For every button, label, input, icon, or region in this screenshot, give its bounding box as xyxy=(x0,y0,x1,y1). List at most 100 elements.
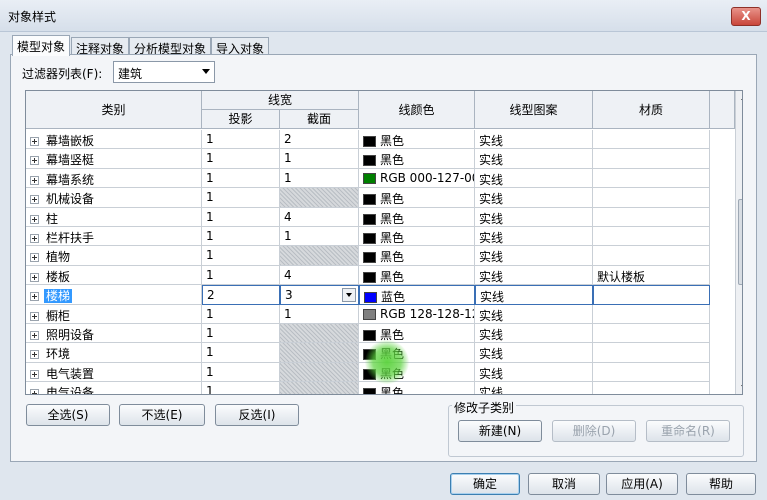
line-color-cell[interactable]: 黑色 xyxy=(359,149,475,169)
table-row[interactable]: 橱柜 11 RGB 128-128-128实线 xyxy=(26,304,710,324)
projection-cell[interactable]: 1 xyxy=(202,382,280,394)
new-subcategory-button[interactable]: 新建(N) xyxy=(458,420,542,442)
expand-icon[interactable] xyxy=(30,389,39,394)
table-row[interactable]: 楼梯 2 3 蓝色 实线 xyxy=(26,285,710,305)
tab-imported-objects[interactable]: 导入对象 xyxy=(211,37,270,56)
chevron-down-icon[interactable] xyxy=(342,288,356,303)
delete-subcategory-button[interactable]: 删除(D) xyxy=(552,420,636,442)
category-cell[interactable]: 电气设备 xyxy=(26,382,202,394)
category-cell[interactable]: 楼板 xyxy=(26,265,202,286)
expand-icon[interactable] xyxy=(30,369,39,379)
table-row[interactable]: 机械设备 1 黑色 实线 xyxy=(26,188,710,208)
cut-cell[interactable]: 2 xyxy=(280,130,359,150)
material-cell[interactable] xyxy=(593,304,710,324)
material-cell[interactable] xyxy=(593,130,710,150)
table-row[interactable]: 栏杆扶手 1 1 黑色 实线 xyxy=(26,227,710,247)
material-cell[interactable] xyxy=(593,246,710,266)
category-cell[interactable]: 机械设备 xyxy=(26,188,202,208)
line-pattern-cell[interactable]: 实线 xyxy=(475,130,593,150)
cut-cell[interactable]: 1 xyxy=(280,168,359,189)
table-row[interactable]: 电气设备 1 黑色 实线 xyxy=(26,382,710,394)
category-cell[interactable]: 幕墙嵌板 xyxy=(26,130,202,150)
expand-icon[interactable] xyxy=(30,137,39,146)
category-cell[interactable]: 环境 xyxy=(26,343,202,363)
table-row[interactable]: 幕墙嵌板 1 2 黑色 实线 xyxy=(26,130,710,150)
table-row[interactable]: 幕墙系统 11 RGB 000-127-000实线 xyxy=(26,168,710,189)
projection-cell[interactable]: 1 xyxy=(202,227,280,247)
material-cell[interactable] xyxy=(593,343,710,363)
material-cell[interactable] xyxy=(593,207,710,227)
line-pattern-cell[interactable]: 实线 xyxy=(475,343,593,363)
projection-cell[interactable]: 1 xyxy=(202,246,280,266)
category-cell[interactable]: 电气装置 xyxy=(26,362,202,383)
projection-cell[interactable]: 1 xyxy=(202,130,280,150)
vertical-scrollbar[interactable] xyxy=(735,91,742,394)
projection-cell[interactable]: 1 xyxy=(202,265,280,286)
table-row[interactable]: 柱 1 4 黑色 实线 xyxy=(26,207,710,227)
category-cell[interactable]: 幕墙竖梃 xyxy=(26,149,202,169)
cut-cell[interactable]: 1 xyxy=(280,304,359,324)
expand-icon[interactable] xyxy=(30,195,39,205)
line-pattern-cell[interactable]: 实线 xyxy=(475,362,593,383)
expand-icon[interactable] xyxy=(30,253,39,263)
projection-cell[interactable]: 1 xyxy=(202,188,280,208)
expand-icon[interactable] xyxy=(30,175,39,185)
tab-model-objects[interactable]: 模型对象 xyxy=(12,35,71,56)
line-pattern-cell[interactable]: 实线 xyxy=(475,227,593,247)
line-pattern-cell[interactable]: 实线 xyxy=(475,188,593,208)
line-color-cell[interactable]: 黑色 xyxy=(359,130,475,150)
cut-cell[interactable]: 4 xyxy=(280,265,359,286)
material-cell[interactable] xyxy=(593,149,710,169)
category-cell[interactable]: 植物 xyxy=(26,246,202,266)
expand-icon[interactable] xyxy=(30,156,39,166)
projection-cell[interactable]: 1 xyxy=(202,207,280,227)
filter-list-select[interactable]: 建筑 xyxy=(113,61,215,83)
line-pattern-cell[interactable]: 实线 xyxy=(475,324,593,344)
expand-icon[interactable] xyxy=(30,234,39,243)
expand-icon[interactable] xyxy=(30,272,39,282)
invert-selection-button[interactable]: 反选(I) xyxy=(215,404,299,426)
table-row[interactable]: 楼板 1 4 黑色 实线 默认楼板 xyxy=(26,265,710,286)
tab-annotation-objects[interactable]: 注释对象 xyxy=(71,37,130,56)
line-color-cell[interactable]: 蓝色 xyxy=(359,285,475,305)
apply-button[interactable]: 应用(A) xyxy=(606,473,678,495)
line-color-cell[interactable]: RGB 128-128-128 xyxy=(359,304,475,324)
projection-cell[interactable]: 1 xyxy=(202,149,280,169)
material-cell[interactable] xyxy=(593,227,710,247)
material-cell[interactable] xyxy=(593,382,710,394)
material-cell[interactable]: 默认楼板 xyxy=(593,265,710,286)
rename-subcategory-button[interactable]: 重命名(R) xyxy=(646,420,730,442)
cut-cell[interactable]: 4 xyxy=(280,207,359,227)
line-pattern-cell[interactable]: 实线 xyxy=(475,149,593,169)
category-cell[interactable]: 柱 xyxy=(26,207,202,227)
line-pattern-cell[interactable]: 实线 xyxy=(475,382,593,394)
line-color-cell[interactable]: 黑色 xyxy=(359,382,475,394)
line-color-cell[interactable]: 黑色 xyxy=(359,207,475,227)
cut-cell[interactable]: 1 xyxy=(280,227,359,247)
tab-analytical-model-objects[interactable]: 分析模型对象 xyxy=(129,37,212,56)
category-cell[interactable]: 幕墙系统 xyxy=(26,168,202,189)
line-color-cell[interactable]: 黑色 xyxy=(359,188,475,208)
table-row[interactable]: 幕墙竖梃 1 1 黑色 实线 xyxy=(26,149,710,169)
line-color-cell[interactable]: 黑色 xyxy=(359,227,475,247)
line-pattern-cell[interactable]: 实线 xyxy=(475,246,593,266)
projection-cell[interactable]: 1 xyxy=(202,304,280,324)
line-pattern-cell[interactable]: 实线 xyxy=(475,168,593,189)
expand-icon[interactable] xyxy=(30,350,39,360)
category-cell[interactable]: 照明设备 xyxy=(26,324,202,344)
expand-icon[interactable] xyxy=(30,292,39,302)
material-cell[interactable] xyxy=(593,168,710,189)
cut-cell[interactable]: 1 xyxy=(280,149,359,169)
line-pattern-cell[interactable]: 实线 xyxy=(475,207,593,227)
material-cell[interactable] xyxy=(593,324,710,344)
table-row[interactable]: 照明设备 1 黑色 实线 xyxy=(26,324,710,344)
scroll-up-icon[interactable] xyxy=(741,96,742,100)
projection-cell[interactable]: 2 xyxy=(202,285,280,305)
line-color-cell[interactable]: 黑色 xyxy=(359,246,475,266)
material-cell[interactable] xyxy=(593,362,710,383)
line-color-cell[interactable]: 黑色 xyxy=(359,265,475,286)
category-cell[interactable]: 栏杆扶手 xyxy=(26,227,202,247)
help-button[interactable]: 帮助 xyxy=(686,473,756,495)
projection-cell[interactable]: 1 xyxy=(202,324,280,344)
line-color-cell[interactable]: 黑色 xyxy=(359,324,475,344)
